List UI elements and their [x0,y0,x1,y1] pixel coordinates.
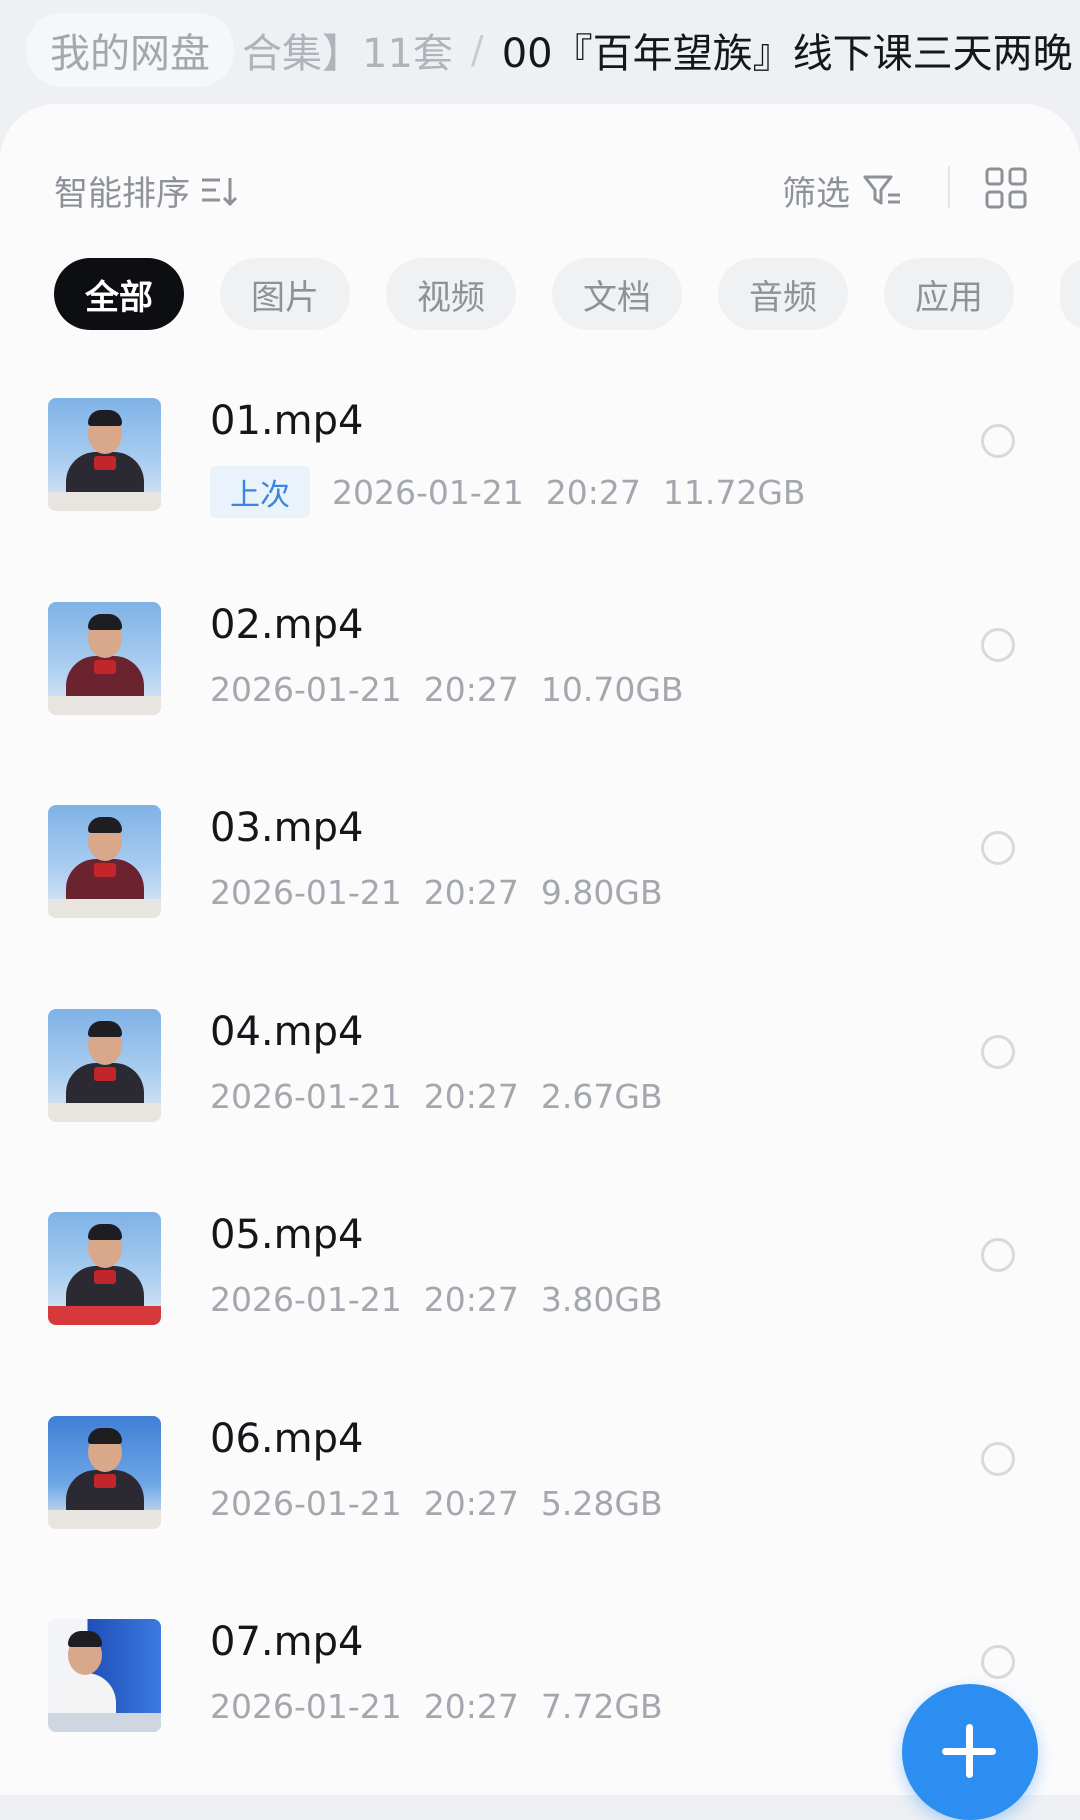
select-checkbox[interactable] [981,424,1015,458]
file-meta: 2026-01-21 20:27 5.28GB [210,1484,663,1523]
file-time: 20:27 [423,1076,519,1116]
select-checkbox[interactable] [981,1034,1015,1069]
tab-audio[interactable]: 音频 [718,258,848,330]
file-time: 20:27 [545,472,641,512]
file-name: 05.mp4 [210,1212,364,1258]
select-checkbox[interactable] [981,1645,1015,1679]
list-item[interactable]: 05.mp4 2026-01-21 20:27 3.80GB [0,1188,1080,1392]
breadcrumb-root-label: 我的网盘 [50,31,210,77]
category-tabs: 全部 图片 视频 文档 音频 应用 [54,258,1014,330]
select-checkbox[interactable] [981,1238,1015,1272]
file-size: 5.28GB [540,1483,663,1523]
video-thumbnail [48,805,161,918]
select-checkbox[interactable] [981,1441,1015,1476]
file-name: 01.mp4 [210,398,364,444]
file-size: 11.72GB [662,472,806,512]
file-name: 03.mp4 [210,805,364,851]
file-name: 07.mp4 [210,1619,364,1665]
breadcrumb-current: 00『百年望族』线下课三天两晚 [501,31,1073,77]
file-date: 2026-01-21 [210,1483,402,1523]
tab-more-peek[interactable] [1060,258,1080,330]
file-date: 2026-01-21 [210,873,402,912]
sort-button[interactable]: 智能排序 [54,166,238,215]
video-thumbnail [48,398,161,511]
list-item[interactable]: 01.mp4 上次 2026-01-21 20:27 11.72GB [0,374,1080,578]
video-thumbnail [48,601,161,715]
file-meta: 2026-01-21 20:27 3.80GB [210,1280,663,1319]
file-time: 20:27 [423,669,519,709]
file-panel: 智能排序 筛选 全部 图片 视频 文档 音频 应用 01.mp4 上次 2026… [0,104,1080,1795]
video-thumbnail [48,1212,161,1325]
file-time: 20:27 [423,1483,519,1523]
file-size: 10.70GB [540,669,684,709]
file-size: 2.67GB [540,1076,663,1116]
sort-icon [202,177,238,206]
video-thumbnail [48,1415,161,1529]
file-date: 2026-01-21 [210,1280,402,1319]
list-item[interactable]: 06.mp4 2026-01-21 20:27 5.28GB [0,1392,1080,1596]
file-name: 06.mp4 [210,1415,364,1462]
file-time: 20:27 [423,1280,519,1319]
file-date: 2026-01-21 [210,1076,402,1116]
file-meta: 2026-01-21 20:27 10.70GB [210,670,684,709]
sort-label: 智能排序 [54,174,190,214]
file-size: 9.80GB [540,873,663,912]
file-size: 7.72GB [540,1687,663,1726]
breadcrumb-separator: / [470,28,484,72]
grid-view-icon[interactable] [984,166,1028,210]
breadcrumb-parent[interactable]: 合集】11套 [242,21,453,79]
select-checkbox[interactable] [981,831,1015,865]
video-thumbnail [48,1008,161,1122]
tab-documents[interactable]: 文档 [552,258,682,330]
toolbar: 智能排序 筛选 [0,104,1080,264]
list-item[interactable]: 04.mp4 2026-01-21 20:27 2.67GB [0,985,1080,1189]
file-meta: 上次 2026-01-21 20:27 11.72GB [210,466,806,518]
file-date: 2026-01-21 [332,472,524,512]
list-item[interactable]: 02.mp4 2026-01-21 20:27 10.70GB [0,578,1080,782]
breadcrumb: 我的网盘 合集】11套 / 00『百年望族』线下课三天两晚 [0,0,1080,100]
file-time: 20:27 [423,873,519,912]
tab-videos[interactable]: 视频 [386,258,516,330]
list-item[interactable]: 03.mp4 2026-01-21 20:27 9.80GB [0,781,1080,985]
select-checkbox[interactable] [981,627,1015,662]
filter-icon [863,175,900,204]
recent-badge: 上次 [210,466,310,518]
file-meta: 2026-01-21 20:27 9.80GB [210,873,663,912]
tab-images[interactable]: 图片 [220,258,350,330]
file-meta: 2026-01-21 20:27 7.72GB [210,1687,663,1726]
video-thumbnail [48,1619,161,1732]
toolbar-divider [948,166,950,208]
file-date: 2026-01-21 [210,1687,402,1726]
file-size: 3.80GB [540,1280,663,1319]
filter-button[interactable]: 筛选 [782,166,902,215]
file-meta: 2026-01-21 20:27 2.67GB [210,1077,663,1116]
tab-all[interactable]: 全部 [54,258,184,330]
filter-label: 筛选 [782,174,850,214]
file-name: 04.mp4 [210,1008,364,1055]
file-name: 02.mp4 [210,601,364,648]
file-time: 20:27 [423,1687,519,1726]
breadcrumb-root[interactable]: 我的网盘 [26,13,234,87]
file-list: 01.mp4 上次 2026-01-21 20:27 11.72GB 02.mp… [0,374,1080,1799]
add-button[interactable] [902,1684,1038,1820]
file-date: 2026-01-21 [210,669,402,709]
tab-apps[interactable]: 应用 [884,258,1014,330]
